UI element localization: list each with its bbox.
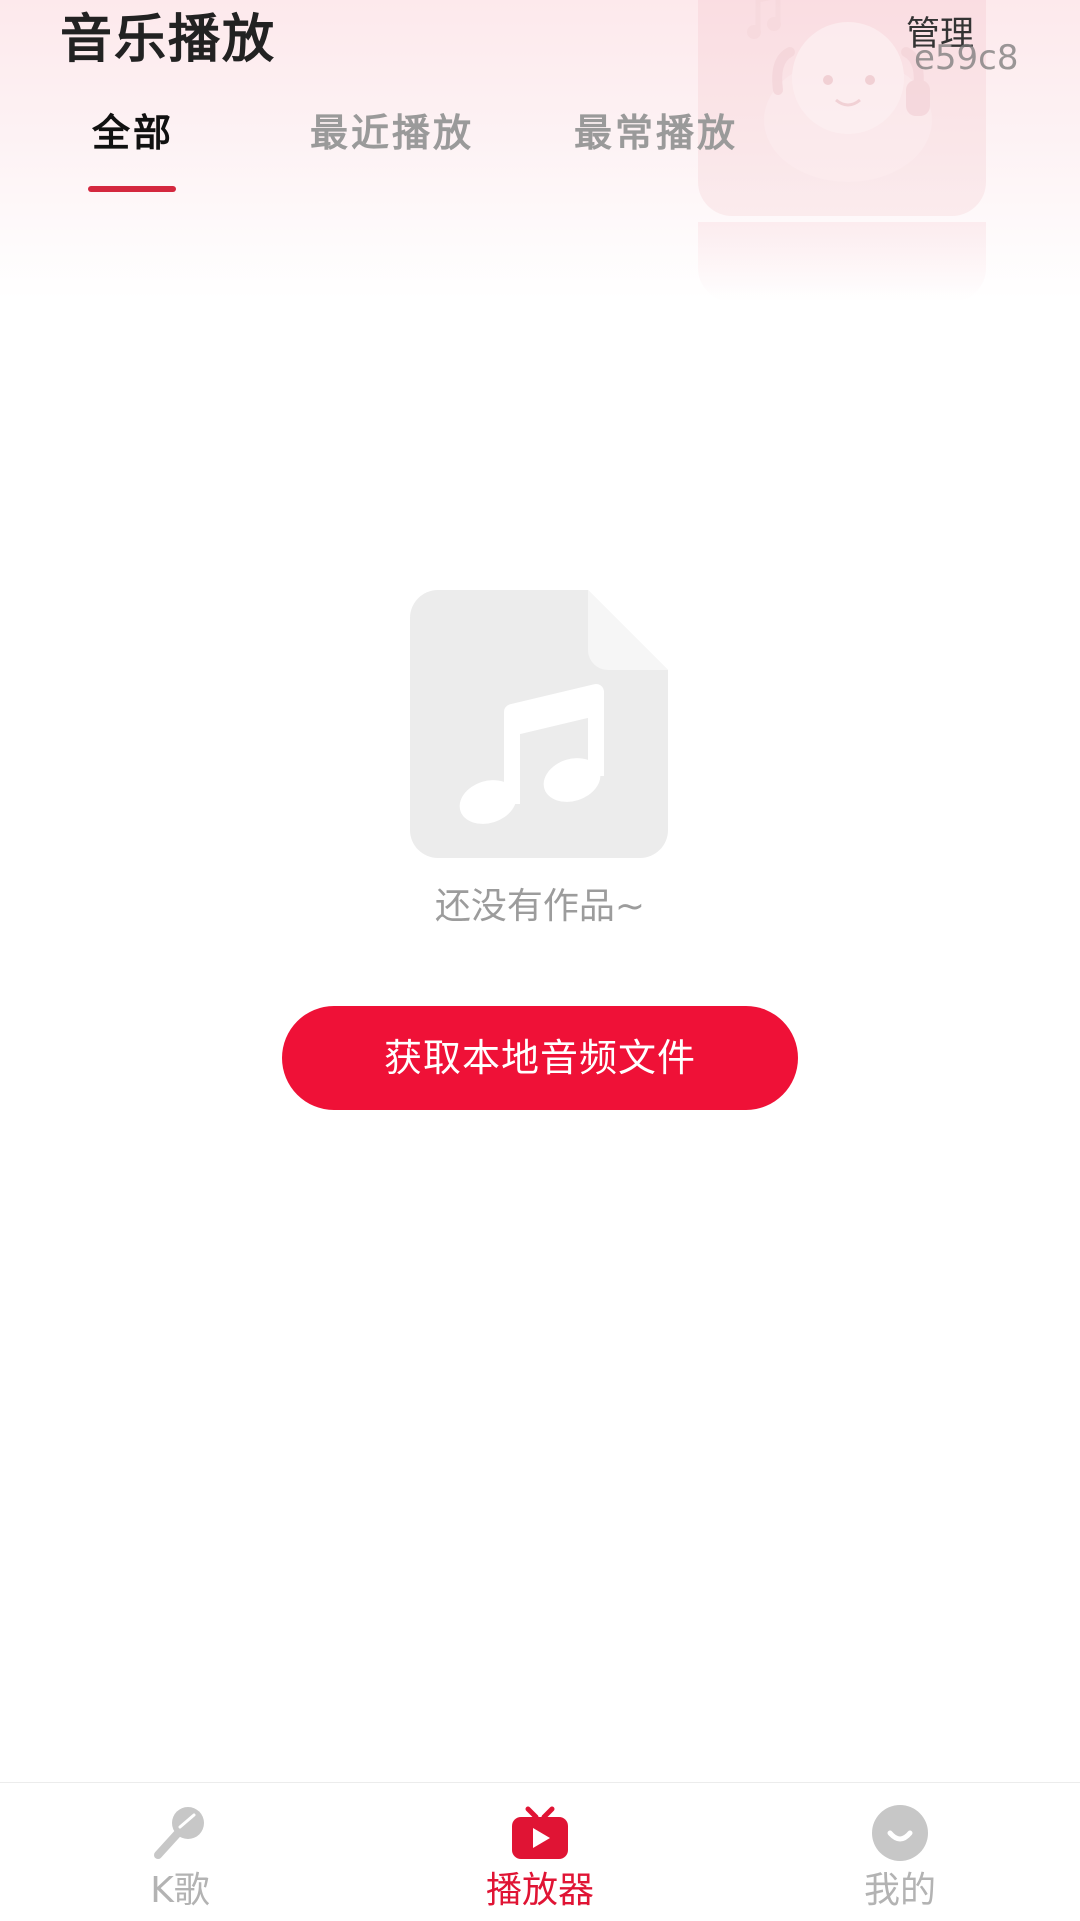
smile-face-icon xyxy=(872,1805,928,1861)
bottom-navigation: K歌 播放器 我的 xyxy=(0,1782,1080,1921)
tab-all[interactable]: 全部 xyxy=(92,108,174,158)
fetch-local-audio-button[interactable]: 获取本地音频文件 xyxy=(282,1006,798,1110)
page-title: 音乐播放 xyxy=(60,10,277,70)
tab-recent[interactable]: 最近播放 xyxy=(310,108,474,158)
active-tab-indicator xyxy=(88,186,176,192)
nav-label-mine: 我的 xyxy=(863,1870,936,1911)
nav-item-karaoke[interactable]: K歌 xyxy=(80,1783,280,1921)
tv-play-icon xyxy=(512,1806,568,1859)
overlay-code-text: e59c8 xyxy=(914,38,1019,78)
mascot-reflection xyxy=(698,222,986,302)
music-file-icon xyxy=(410,590,668,858)
nav-label-player: 播放器 xyxy=(485,1870,594,1911)
nav-item-player[interactable]: 播放器 xyxy=(440,1783,640,1921)
nav-item-mine[interactable]: 我的 xyxy=(800,1783,1000,1921)
microphone-icon xyxy=(154,1807,204,1859)
tab-most-played[interactable]: 最常播放 xyxy=(574,108,738,158)
empty-state-message: 还没有作品~ xyxy=(434,886,646,927)
nav-label-karaoke: K歌 xyxy=(150,1870,210,1911)
